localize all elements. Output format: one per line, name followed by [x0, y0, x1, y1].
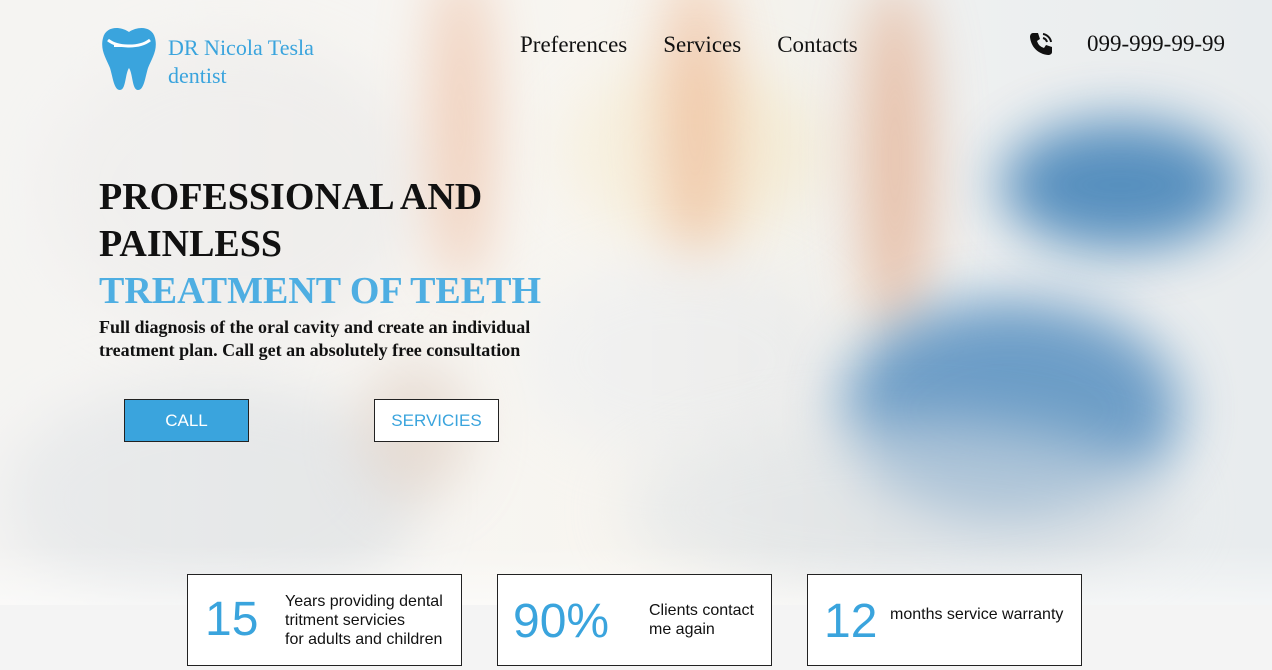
- nav-item-preferences[interactable]: Preferences: [520, 30, 627, 60]
- brand-text: DR Nicola Tesla dentist: [168, 34, 314, 90]
- brand-logo[interactable]: DR Nicola Tesla dentist: [100, 24, 314, 92]
- hero-headline: PROFESSIONAL AND PAINLESS: [99, 174, 659, 268]
- phone-contact[interactable]: 099-999-99-99: [1028, 28, 1225, 60]
- call-button[interactable]: CALL: [124, 399, 249, 442]
- brand-name: DR Nicola Tesla: [168, 35, 314, 60]
- stat-label-line: tritment servicies: [285, 611, 406, 629]
- headline-line-2: PAINLESS: [99, 223, 283, 265]
- stat-label-line: Clients contact: [649, 602, 754, 619]
- stat-label-line: Years providing dental: [285, 592, 443, 610]
- stat-value: 90%: [513, 595, 610, 648]
- stat-label-line: for adults and children: [285, 630, 443, 648]
- stat-label: months service warranty: [890, 605, 1063, 624]
- nav-item-services[interactable]: Services: [663, 30, 741, 60]
- services-button[interactable]: SERVICIES: [374, 399, 499, 442]
- stat-label: Years providing dental tritment servicie…: [285, 592, 443, 649]
- phone-icon: [1030, 33, 1052, 55]
- stat-label: Clients contact me again: [649, 601, 754, 639]
- stat-label-line: months service warranty: [890, 606, 1064, 623]
- stat-card-clients: 90% Clients contact me again: [497, 574, 772, 666]
- tooth-icon: [102, 28, 156, 90]
- phone-number[interactable]: 099-999-99-99: [1087, 28, 1225, 60]
- hero-headline-accent: TREATMENT OF TEETH: [99, 270, 542, 312]
- hero-subtext: Full diagnosis of the oral cavity and cr…: [99, 317, 531, 360]
- stat-card-years: 15 Years providing dental tritment servi…: [187, 574, 462, 666]
- nav-item-contacts[interactable]: Contacts: [777, 30, 858, 60]
- stat-label-line: me again: [649, 621, 715, 638]
- main-nav: Preferences Services Contacts: [520, 30, 894, 60]
- stat-card-warranty: 12 months service warranty: [807, 574, 1082, 666]
- stat-value: 15: [205, 593, 259, 646]
- brand-tagline: dentist: [168, 63, 227, 88]
- headline-line-1: PROFESSIONAL AND: [99, 176, 483, 218]
- stat-value: 12: [824, 595, 878, 648]
